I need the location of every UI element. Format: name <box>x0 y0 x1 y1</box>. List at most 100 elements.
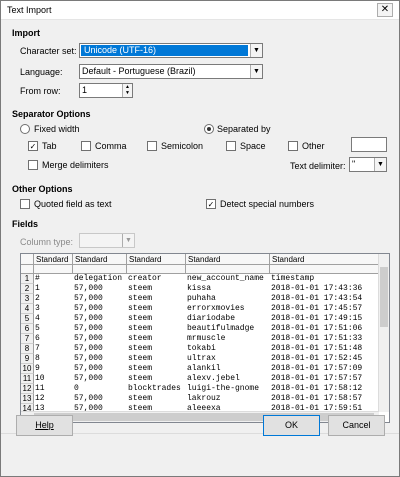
grid-cell[interactable]: 12 <box>34 394 73 404</box>
grid-cell[interactable]: steem <box>127 394 186 404</box>
grid-cell[interactable]: 2018-01-01 17:49:15 <box>270 314 380 324</box>
grid-cell[interactable]: steem <box>127 334 186 344</box>
grid-cell[interactable]: 2018-01-01 17:43:54 <box>270 294 380 304</box>
grid-cell[interactable]: 2 <box>34 294 73 304</box>
text-delimiter-select[interactable]: " ▼ <box>349 157 387 172</box>
other-checkbox[interactable] <box>288 141 298 151</box>
grid-cell[interactable]: 57,000 <box>73 374 127 384</box>
grid-cell[interactable]: 57,000 <box>73 334 127 344</box>
fixed-width-radio[interactable] <box>20 124 30 134</box>
grid-cell[interactable]: 57,000 <box>73 394 127 404</box>
grid-cell[interactable]: 11 <box>34 384 73 394</box>
from-row-stepper[interactable]: 1 ▲ ▼ <box>79 83 133 98</box>
grid-cell[interactable]: steem <box>127 344 186 354</box>
grid-cell[interactable]: 2018-01-01 17:57:09 <box>270 364 380 374</box>
row-number[interactable]: 8 <box>21 344 34 354</box>
row-number[interactable]: 3 <box>21 294 34 304</box>
grid-cell[interactable]: luigi-the-gnome <box>186 384 270 394</box>
grid-cell[interactable]: beautifulmadge <box>186 324 270 334</box>
column-header[interactable]: Standard <box>34 254 73 265</box>
grid-cell[interactable]: blocktrades <box>127 384 186 394</box>
charset-select[interactable]: Unicode (UTF-16) ▼ <box>79 43 263 58</box>
grid-cell[interactable]: steem <box>127 314 186 324</box>
grid-cell[interactable]: delegation <box>73 274 127 284</box>
grid-cell[interactable]: 57,000 <box>73 364 127 374</box>
grid-cell[interactable]: steem <box>127 374 186 384</box>
row-number[interactable]: 9 <box>21 354 34 364</box>
other-input[interactable] <box>351 137 387 152</box>
grid-cell[interactable]: diariodabe <box>186 314 270 324</box>
grid-cell[interactable]: puhaha <box>186 294 270 304</box>
horizontal-scrollbar[interactable] <box>21 411 379 422</box>
row-number[interactable]: 1 <box>21 274 34 284</box>
grid-cell[interactable]: 8 <box>34 354 73 364</box>
row-number[interactable]: 5 <box>21 314 34 324</box>
spin-arrows-icon[interactable]: ▲ ▼ <box>122 84 132 97</box>
grid-cell[interactable]: 2018-01-01 17:51:48 <box>270 344 380 354</box>
grid-cell[interactable]: 57,000 <box>73 284 127 294</box>
grid-cell[interactable]: 7 <box>34 344 73 354</box>
separated-by-radio[interactable] <box>204 124 214 134</box>
cancel-button[interactable]: Cancel <box>328 415 385 436</box>
scroll-thumb[interactable] <box>34 413 374 421</box>
quoted-field-checkbox[interactable] <box>20 199 30 209</box>
grid-cell[interactable]: 57,000 <box>73 324 127 334</box>
grid-cell[interactable]: alexv.jebel <box>186 374 270 384</box>
grid-cell[interactable]: 57,000 <box>73 314 127 324</box>
grid-cell[interactable]: 2018-01-01 17:57:57 <box>270 374 380 384</box>
tab-checkbox[interactable]: ✓ <box>28 141 38 151</box>
grid-cell[interactable]: 2018-01-01 17:45:57 <box>270 304 380 314</box>
grid-cell[interactable]: new_account_name <box>186 274 270 284</box>
vertical-scrollbar[interactable] <box>378 254 389 412</box>
grid-cell[interactable]: ultrax <box>186 354 270 364</box>
merge-delimiters-checkbox[interactable] <box>28 160 38 170</box>
grid-cell[interactable]: creator <box>127 274 186 284</box>
grid-cell[interactable]: 57,000 <box>73 294 127 304</box>
grid-cell[interactable]: 9 <box>34 364 73 374</box>
row-number[interactable]: 4 <box>21 304 34 314</box>
grid-cell[interactable]: 57,000 <box>73 344 127 354</box>
row-number[interactable]: 10 <box>21 364 34 374</box>
column-header[interactable]: Standard <box>127 254 186 265</box>
grid-cell[interactable]: kissa <box>186 284 270 294</box>
grid-cell[interactable]: 2018-01-01 17:51:33 <box>270 334 380 344</box>
column-header[interactable]: Standard <box>186 254 270 265</box>
row-number[interactable]: 7 <box>21 334 34 344</box>
row-number[interactable]: 2 <box>21 284 34 294</box>
chevron-down-icon[interactable]: ▼ <box>122 234 134 247</box>
grid-cell[interactable]: lakrouz <box>186 394 270 404</box>
grid-cell[interactable]: 1 <box>34 284 73 294</box>
grid-cell[interactable]: alankil <box>186 364 270 374</box>
grid-cell[interactable]: steem <box>127 364 186 374</box>
grid-cell[interactable]: steem <box>127 294 186 304</box>
grid-cell[interactable]: 3 <box>34 304 73 314</box>
chevron-down-icon[interactable]: ▼ <box>250 44 262 57</box>
row-number[interactable]: 6 <box>21 324 34 334</box>
comma-checkbox[interactable] <box>81 141 91 151</box>
space-checkbox[interactable] <box>226 141 236 151</box>
grid-cell[interactable]: 2018-01-01 17:52:45 <box>270 354 380 364</box>
grid-cell[interactable]: # <box>34 274 73 284</box>
scroll-thumb[interactable] <box>380 267 388 327</box>
grid-cell[interactable]: steem <box>127 284 186 294</box>
grid-cell[interactable]: timestamp <box>270 274 380 284</box>
language-select[interactable]: Default - Portuguese (Brazil) ▼ <box>79 64 263 79</box>
column-type-select[interactable]: ▼ <box>79 233 135 248</box>
row-number[interactable]: 12 <box>21 384 34 394</box>
column-header[interactable]: Standard <box>73 254 127 265</box>
grid-cell[interactable]: 2018-01-01 17:51:06 <box>270 324 380 334</box>
grid-cell[interactable]: tokabi <box>186 344 270 354</box>
grid-cell[interactable]: 57,000 <box>73 354 127 364</box>
grid-cell[interactable]: 4 <box>34 314 73 324</box>
semicolon-checkbox[interactable] <box>147 141 157 151</box>
grid-cell[interactable]: mrmuscle <box>186 334 270 344</box>
grid-cell[interactable]: steem <box>127 354 186 364</box>
grid-cell[interactable]: 0 <box>73 384 127 394</box>
grid-cell[interactable]: 2018-01-01 17:43:36 <box>270 284 380 294</box>
grid-cell[interactable]: steem <box>127 324 186 334</box>
detect-special-numbers-checkbox[interactable]: ✓ <box>206 199 216 209</box>
help-button[interactable]: Help <box>16 415 73 436</box>
chevron-down-icon[interactable]: ▼ <box>374 158 386 171</box>
ok-button[interactable]: OK <box>263 415 320 436</box>
grid-cell[interactable]: 6 <box>34 334 73 344</box>
